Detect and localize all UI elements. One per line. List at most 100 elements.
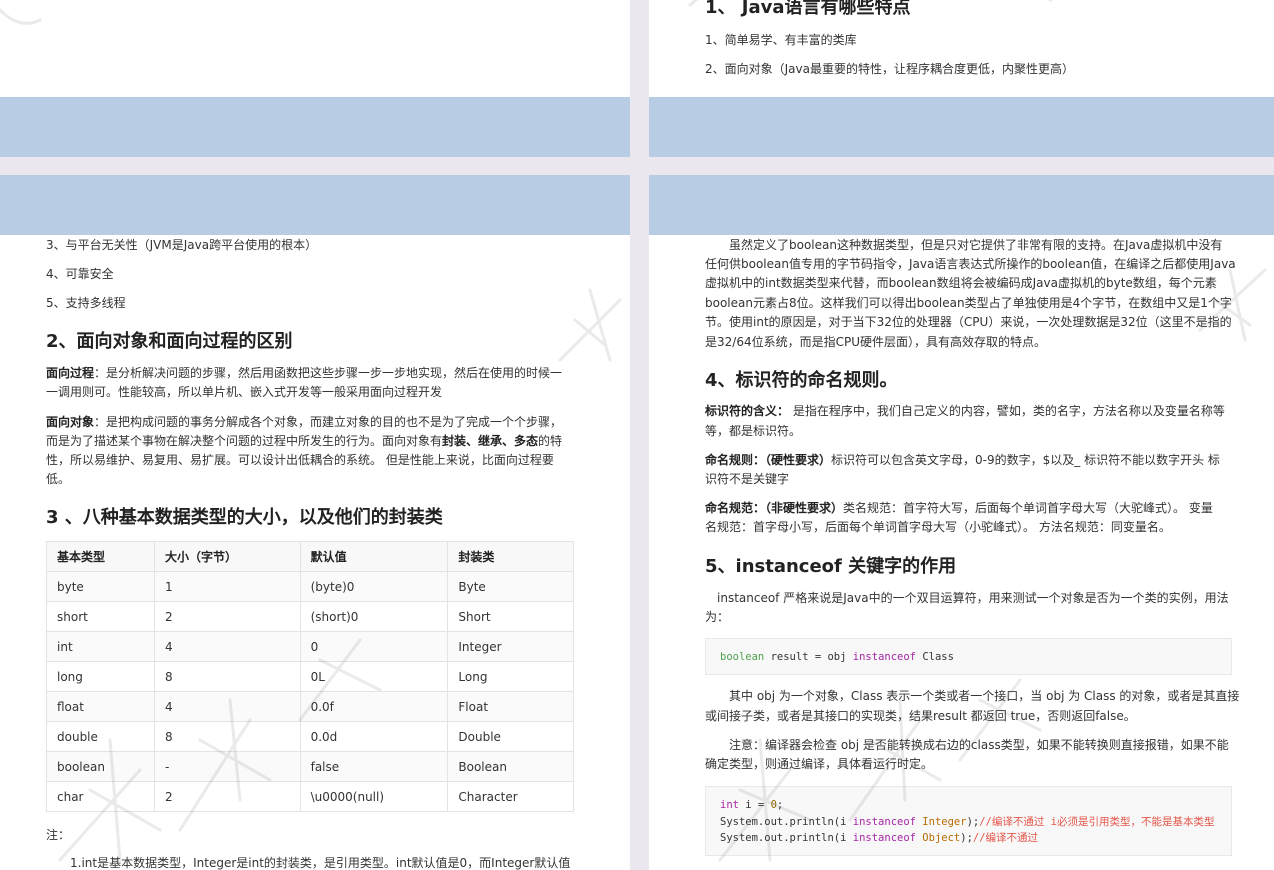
text: ：是把构成问题的事务分解成各个对象，而建立对象的目的也不是为了完成一个个步骤， xyxy=(94,415,563,429)
table-cell: Float xyxy=(447,691,574,722)
list-item: 1、简单易学、有丰富的类库 xyxy=(705,33,857,47)
page-gutter-vertical xyxy=(630,0,649,870)
code-token: System.out.println(i xyxy=(720,832,853,844)
table-cell: boolean xyxy=(45,751,156,782)
paragraph-boolean-line: 任何供boolean值专用的字节码指令，Java语言表达式所操作的boolean… xyxy=(705,257,1236,271)
paragraph-boolean: 虽然定义了boolean这种数据类型，但是只对它提供了非常有限的支持。在Java… xyxy=(729,238,1223,252)
table-cell: (short)0 xyxy=(299,601,449,632)
table-cell: short xyxy=(45,601,156,632)
code-token: result = obj xyxy=(764,651,853,663)
table-cell: 8 xyxy=(154,721,301,752)
column-header: 大小（字节） xyxy=(154,541,301,572)
table-cell: Short xyxy=(447,601,574,632)
table-cell: byte xyxy=(45,571,156,602)
code-token: ; xyxy=(776,799,784,811)
paragraph-identifier: 标识符的含义： 是指在程序中，我们自己定义的内容，譬如，类的名字，方法名称以及变… xyxy=(705,402,1225,421)
code-token: System.out.println(i xyxy=(720,815,853,828)
table-cell: 1 xyxy=(154,571,301,602)
table-cell: double xyxy=(45,721,156,752)
table-cell: false xyxy=(299,751,449,782)
code-block-instanceof-syntax: boolean result = obj instanceof Class xyxy=(705,638,1232,675)
table-cell: 2 xyxy=(154,781,301,812)
code-token: Object xyxy=(915,832,961,844)
text: ：是分析解决问题的步骤，然后用函数把这些步骤一步一步地实现，然后在使用的时候一 xyxy=(94,366,563,380)
list-item: 4、可靠安全 xyxy=(46,267,114,281)
code-token: int xyxy=(720,799,739,811)
code-token: ); xyxy=(960,832,973,844)
table-cell: int xyxy=(45,631,156,662)
paragraph-instanceof-line: 为： xyxy=(705,610,730,624)
paragraph-instanceof: instanceof 严格来说是Java中的一个双目运算符，用来测试一个对象是否… xyxy=(717,591,1229,605)
paragraph-boolean-line: boolean元素占8位。这样我们可以得出boolean类型占了单独使用是4个字… xyxy=(705,296,1232,310)
table-cell: Double xyxy=(447,721,574,752)
paragraph-procedural: 面向过程：是分析解决问题的步骤，然后用函数把这些步骤一步一步地实现，然后在使用的… xyxy=(46,364,562,383)
table-row: byte 1 (byte)0 Byte xyxy=(45,571,574,602)
paragraph-procedural-line: 一调用则可。性能较高，所以单片机、嵌入式开发等一般采用面向过程开发 xyxy=(46,385,443,399)
table-cell: - xyxy=(154,751,301,782)
paragraph-oop: 面向对象：是把构成问题的事务分解成各个对象，而建立对象的目的也不是为了完成一个个… xyxy=(46,413,562,432)
heading-java-features: 1、 Java语言有哪些特点 xyxy=(705,0,911,18)
text: 标识符可以包含英文字母，0-9的数字，$以及_ 标识符不能以数字开头 标 xyxy=(831,453,1220,467)
oop-keywords: 封装、继承、多态 xyxy=(442,434,539,448)
table-cell: char xyxy=(45,781,156,812)
text: 类名规范：首字符大写，后面每个单词首字母大写（大驼峰式）。 变量 xyxy=(843,501,1213,515)
paragraph-naming-conventions-line: 名规范：首字母小写，后面每个单词首字母大写（小驼峰式）。 方法名规范：同变量名。 xyxy=(705,520,1171,534)
paragraph-identifier-line: 等，都是标识符。 xyxy=(705,424,802,438)
table-cell: 0.0f xyxy=(299,691,449,722)
label-oop: 面向对象 xyxy=(46,415,95,429)
paragraph-boolean-line: 是32/64位系统，而是指CPU硬件层面），具有高效存取的特点。 xyxy=(705,335,1046,349)
paragraph-naming-rules: 命名规则：（硬性要求）标识符可以包含英文字母，0-9的数字，$以及_ 标识符不能… xyxy=(705,451,1220,470)
note-item: 1.int是基本数据类型，Integer是int的封装类，是引用类型。int默认… xyxy=(70,856,571,870)
table-cell: 0.0d xyxy=(299,721,449,752)
heading-primitive-types: 3 、八种基本数据类型的大小，以及他们的封装类 xyxy=(46,507,443,528)
paragraph-instanceof-result: 其中 obj 为一个对象，Class 表示一个类或者一个接口，当 obj 为 C… xyxy=(729,689,1240,703)
table-cell: long xyxy=(45,661,156,692)
paragraph-boolean-line: 虚拟机中的int数据类型来代替，而boolean数组将会被编码成Java虚拟机的… xyxy=(705,276,1217,290)
table-header-row: 基本类型 大小（字节） 默认值 封装类 xyxy=(45,541,574,572)
table-cell: Boolean xyxy=(447,751,574,782)
paragraph-naming-rules-line: 识符不是关键字 xyxy=(705,472,790,486)
table-row: short 2 (short)0 Short xyxy=(45,601,574,632)
code-token: Integer xyxy=(915,815,967,828)
paragraph-oop-line: 性，所以易维护、易复用、易扩展。可以设计出低耦合的系统。 但是性能上来说，比面向… xyxy=(46,453,554,467)
code-token: Class xyxy=(916,651,954,663)
paragraph-oop-line: 低。 xyxy=(46,472,71,486)
table-cell: Byte xyxy=(447,571,574,602)
code-token: i = xyxy=(738,799,771,811)
column-header: 基本类型 xyxy=(45,541,156,572)
label-naming-rules: 命名规则：（硬性要求） xyxy=(705,453,832,467)
paragraph-oop-line: 而是为了描述某个事物在解决整个问题的过程中所发生的行为。面向对象有封装、继承、多… xyxy=(46,432,562,451)
code-token: ); xyxy=(966,815,980,828)
list-item: 2、面向对象（Java最重要的特性，让程序耦合度更低，内聚性更高） xyxy=(705,62,1074,76)
code-token: instanceof xyxy=(852,832,916,844)
column-header: 封装类 xyxy=(447,541,574,572)
paragraph-instanceof-note: 注意：编译器会检查 obj 是否能转换成右边的class类型，如果不能转换则直接… xyxy=(729,738,1229,752)
table-row: int 4 0 Integer xyxy=(45,631,574,662)
code-line: int i = 0; xyxy=(720,797,1217,814)
text: 的特 xyxy=(538,434,563,448)
table-cell: 2 xyxy=(154,601,301,632)
code-line: System.out.println(i instanceof Object);… xyxy=(720,830,1217,847)
table-row: char 2 \u0000(null) Character xyxy=(45,781,574,812)
table-cell: \u0000(null) xyxy=(299,781,449,812)
table-row: boolean - false Boolean xyxy=(45,751,574,782)
primitive-types-table: 基本类型 大小（字节） 默认值 封装类 byte 1 (byte)0 Byte sho… xyxy=(45,541,574,812)
table-cell: 4 xyxy=(154,691,301,722)
table-cell: 8 xyxy=(154,661,301,692)
code-token: instanceof xyxy=(852,815,916,828)
code-comment: //编译不通过 i必须是引用类型，不能是基本类型 xyxy=(979,815,1215,828)
code-token: boolean xyxy=(720,651,765,663)
text: 而是为了描述某个事物在解决整个问题的过程中所发生的行为。面向对象有 xyxy=(46,434,443,448)
table-cell: (byte)0 xyxy=(299,571,449,602)
page-gutter-horizontal xyxy=(0,157,1274,175)
code-comment: //编译不通过 xyxy=(972,832,1039,844)
table-row: float 4 0.0f Float xyxy=(45,691,574,722)
table-cell: 0L xyxy=(299,661,449,692)
heading-identifier-rules: 4、标识符的命名规则。 xyxy=(705,370,898,391)
paragraph-naming-conventions: 命名规范：（非硬性要求）类名规范：首字符大写，后面每个单词首字母大写（大驼峰式）… xyxy=(705,499,1213,518)
paragraph-instanceof-note-line: 确定类型，则通过编译，具体看运行时定。 xyxy=(705,757,934,771)
code-token: instanceof xyxy=(852,651,916,663)
page-header-band-right-bottom xyxy=(649,175,1274,235)
label-naming-conventions: 命名规范：（非硬性要求） xyxy=(705,501,844,515)
heading-oop-vs-procedural: 2、面向对象和面向过程的区别 xyxy=(46,331,293,352)
